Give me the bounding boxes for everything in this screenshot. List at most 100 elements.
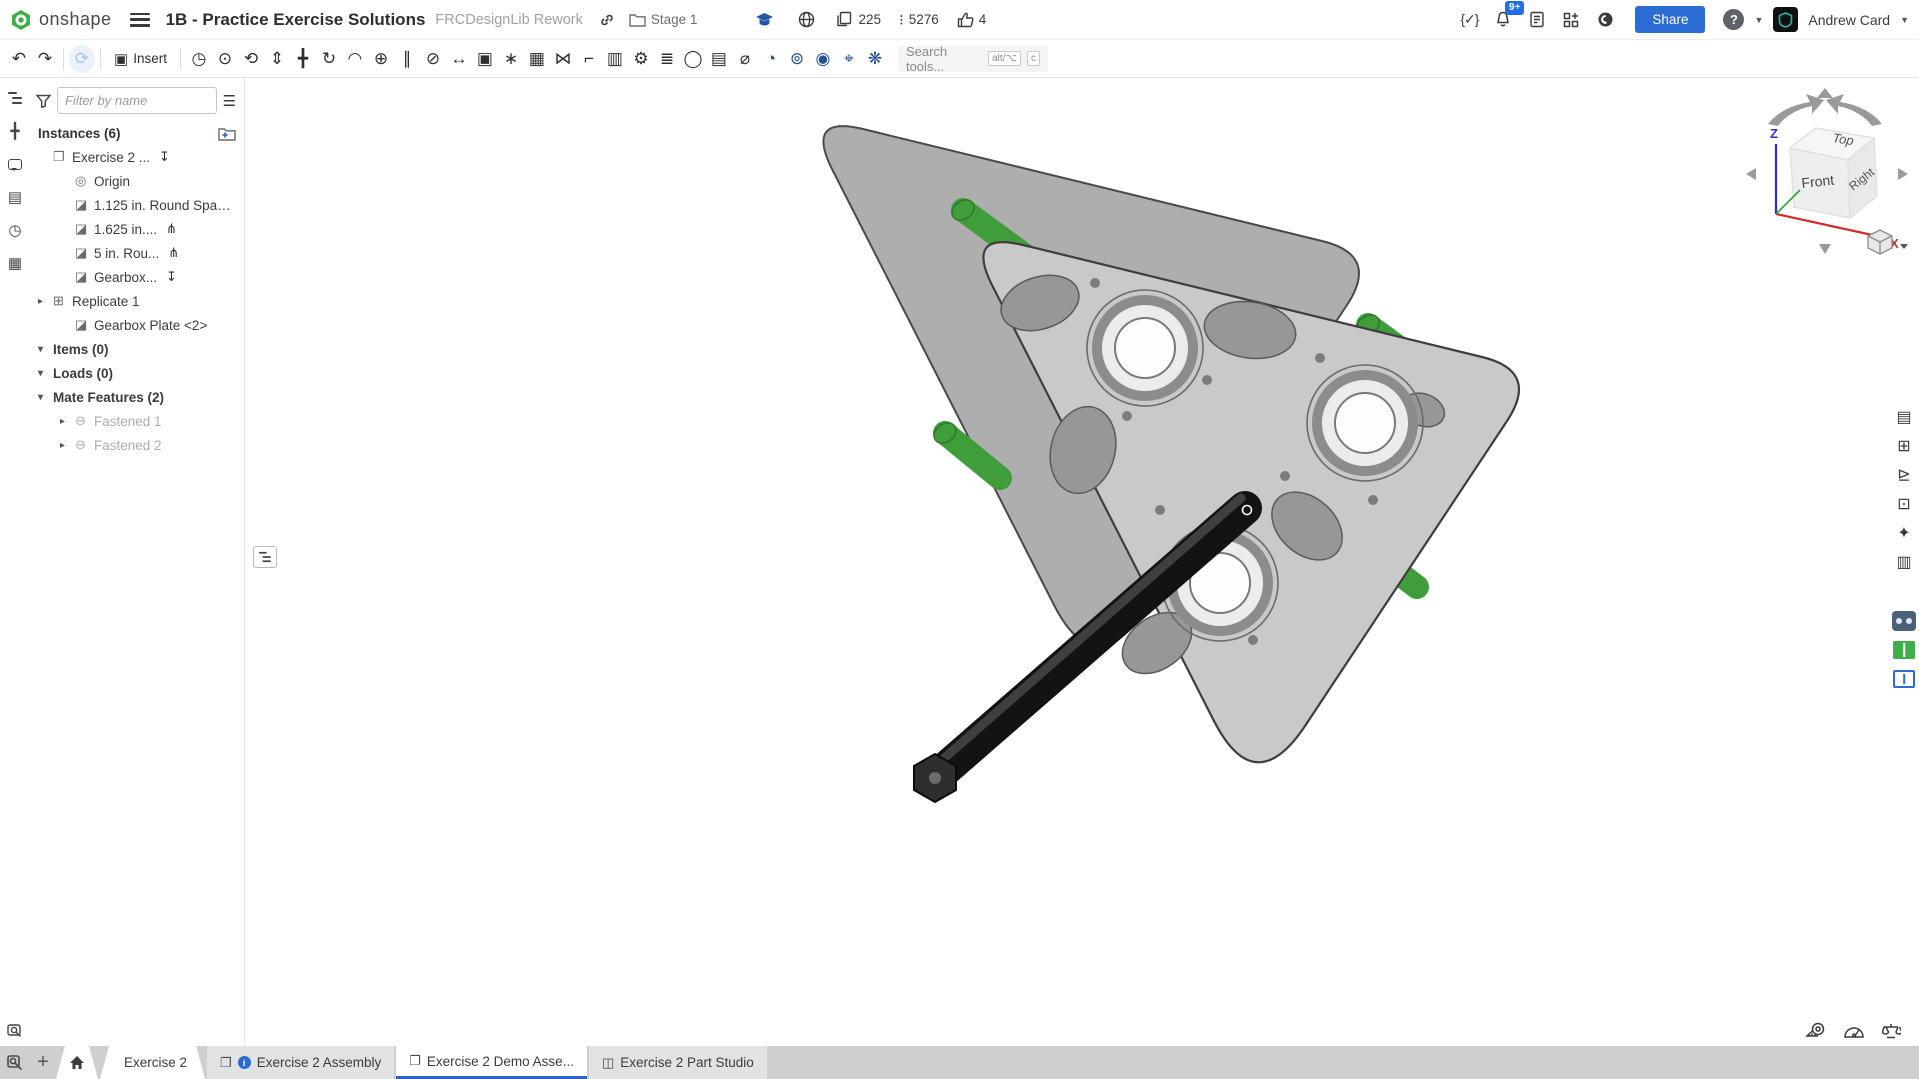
tree-section-items[interactable]: ▾ Items (0) [30,337,244,361]
named-positions-icon[interactable]: ◉ [810,45,836,73]
workspace-breadcrumb[interactable]: Stage 1 [629,12,698,27]
new-tab-button[interactable]: + [30,1046,56,1079]
featurescript-icon[interactable]: {✓} [1457,8,1481,32]
insert-tools-icon[interactable]: ╋ [5,121,25,141]
likes-stat[interactable]: 4 [957,12,987,28]
view-cube[interactable]: Top Front Right Z X [1746,88,1908,254]
expand-arrow-icon[interactable]: ▾ [38,392,53,403]
exploded-view-icon[interactable]: ⊚ [784,45,810,73]
ai-advisor-icon[interactable] [1891,608,1917,633]
instances-panel-icon[interactable] [5,88,25,108]
expand-arrow-icon[interactable]: ▸ [60,416,75,427]
expand-arrow-icon[interactable]: ▾ [38,344,53,355]
gear-pair-icon[interactable]: ⚙ [628,45,654,73]
tab-exercise-2-demo-assembly[interactable]: ❐ i Exercise 2 Demo Asse... [396,1046,587,1079]
graphics-viewport[interactable]: Top Front Right Z X [245,78,1919,1046]
measure-tool-icon[interactable]: ⌀ [732,45,758,73]
mate-limits-icon[interactable]: ↔ [446,45,472,73]
feature-pattern-icon[interactable]: ∗ [498,45,524,73]
tree-item-gearbox[interactable]: ◪ Gearbox... ↧ [30,265,244,289]
view-cube-front-label[interactable]: Front [1801,172,1835,191]
view-cube-rotate-arrows[interactable] [1768,88,1882,126]
tree-item-5-round[interactable]: ◪ 5 in. Rou... ⋔ [30,241,244,265]
tab-exercise-2-assembly[interactable]: ❐ i Exercise 2 Assembly [207,1046,394,1079]
view-options-icon[interactable] [5,1020,25,1040]
interference-icon[interactable]: ◔ [758,45,784,73]
section-view-icon[interactable]: ⌖ [836,45,862,73]
tree-item-exercise-2[interactable]: ❐ Exercise 2 ... ↧ [30,145,244,169]
search-tabs-icon[interactable] [0,1046,30,1079]
tasks-icon[interactable] [1525,8,1549,32]
appearance-icon[interactable]: ❋ [862,45,888,73]
mass-properties-icon[interactable] [1881,1022,1901,1040]
pin-slot-mate-icon[interactable]: ◠ [342,45,368,73]
parallel-mate-icon[interactable]: ∥ [394,45,420,73]
search-tools-box[interactable]: Search tools... alt/⌥ c [898,46,1048,72]
create-folder-icon[interactable] [218,127,236,141]
revolute-mate-icon[interactable]: ⟲ [238,45,264,73]
exploded-views-panel-icon[interactable]: ⊵ [1891,462,1917,487]
document-title[interactable]: 1B - Practice Exercise Solutions [166,10,426,30]
replicate-icon[interactable]: ⋈ [550,45,576,73]
undo-button[interactable]: ↶ [6,45,32,73]
ball-mate-icon[interactable]: ⊕ [368,45,394,73]
tree-section-loads[interactable]: ▾ Loads (0) [30,361,244,385]
simulation-panel-icon[interactable]: ▥ [1891,549,1917,574]
feature-list-panel-icon[interactable]: ▤ [1891,404,1917,429]
tables-panel-icon[interactable]: ▦ [5,253,25,273]
expand-arrow-icon[interactable]: ▸ [60,440,75,451]
snap-mode-icon[interactable]: ⌐ [576,45,602,73]
tree-item-gearbox-plate-2[interactable]: ◪ Gearbox Plate <2> [30,313,244,337]
linear-pattern-icon[interactable]: ▦ [524,45,550,73]
appearance-panel-icon[interactable]: ✦ [1891,520,1917,545]
history-panel-icon[interactable]: ◷ [5,220,25,240]
user-name[interactable]: Andrew Card [1808,12,1890,28]
pattern-table-icon[interactable]: ▥ [602,45,628,73]
gearbox-assembly-model[interactable]: Top Front Right Z X [245,78,1919,1046]
slider-mate-icon[interactable]: ⇕ [264,45,290,73]
planar-mate-icon[interactable]: ╋ [290,45,316,73]
tree-item-1125-round-spacer[interactable]: ◪ 1.125 in. Round Space... [30,193,244,217]
learning-center-icon[interactable] [1593,8,1617,32]
tab-info-icon[interactable]: i [238,1056,251,1069]
copies-stat[interactable]: 225 [836,11,881,28]
tree-item-replicate-1[interactable]: ▸ ⊞ Replicate 1 [30,289,244,313]
cylindrical-mate-icon[interactable]: ↻ [316,45,342,73]
mate-icon[interactable]: ◷ [186,45,212,73]
bom-table-icon[interactable]: ▤ [706,45,732,73]
configurations-panel-icon[interactable]: ⊞ [1891,433,1917,458]
tangent-mate-icon[interactable]: ⊘ [420,45,446,73]
apps-grid-icon[interactable] [1559,8,1583,32]
comments-panel-icon[interactable] [5,154,25,174]
tree-item-fastened-1[interactable]: ▸ ⊖ Fastened 1 [30,409,244,433]
share-button[interactable]: Share [1635,6,1705,33]
tree-item-origin[interactable]: ◎ Origin [30,169,244,193]
link-icon[interactable] [595,8,619,32]
help-caret-icon[interactable]: ▼ [1754,15,1763,25]
tape-measure-icon[interactable] [1805,1022,1827,1040]
expand-arrow-icon[interactable]: ▾ [38,368,53,379]
selection-pattern-icon[interactable]: ▣ [472,45,498,73]
redo-button[interactable]: ↷ [32,45,58,73]
insert-button[interactable]: ▣ Insert [106,45,175,73]
tree-item-fastened-2[interactable]: ▸ ⊖ Fastened 2 [30,433,244,457]
home-tab[interactable] [56,1046,98,1079]
rack-pinion-icon[interactable]: ≣ [654,45,680,73]
tree-item-1625[interactable]: ◪ 1.625 in.... ⋔ [30,217,244,241]
followers-stat[interactable]: ⁝ 5276 [899,11,939,29]
documentation-book-icon[interactable] [1891,666,1917,691]
update-button[interactable]: ⟳ [69,45,95,73]
avatar[interactable] [1773,7,1798,32]
protractor-icon[interactable] [1843,1022,1865,1040]
panel-toggle-button[interactable] [253,546,277,568]
group-icon[interactable]: ⊙ [212,45,238,73]
main-menu-icon[interactable] [130,13,150,27]
filter-icon[interactable] [36,94,51,108]
notifications-bell-icon[interactable]: 9+ [1491,8,1515,32]
learning-book-icon[interactable] [1891,637,1917,662]
belt-icon[interactable]: ◯ [680,45,706,73]
tab-exercise-2-folder[interactable]: i Exercise 2 [100,1046,205,1079]
expand-arrow-icon[interactable]: ▸ [38,296,53,307]
help-icon[interactable]: ? [1723,9,1744,30]
tree-section-mate-features[interactable]: ▾ Mate Features (2) [30,385,244,409]
